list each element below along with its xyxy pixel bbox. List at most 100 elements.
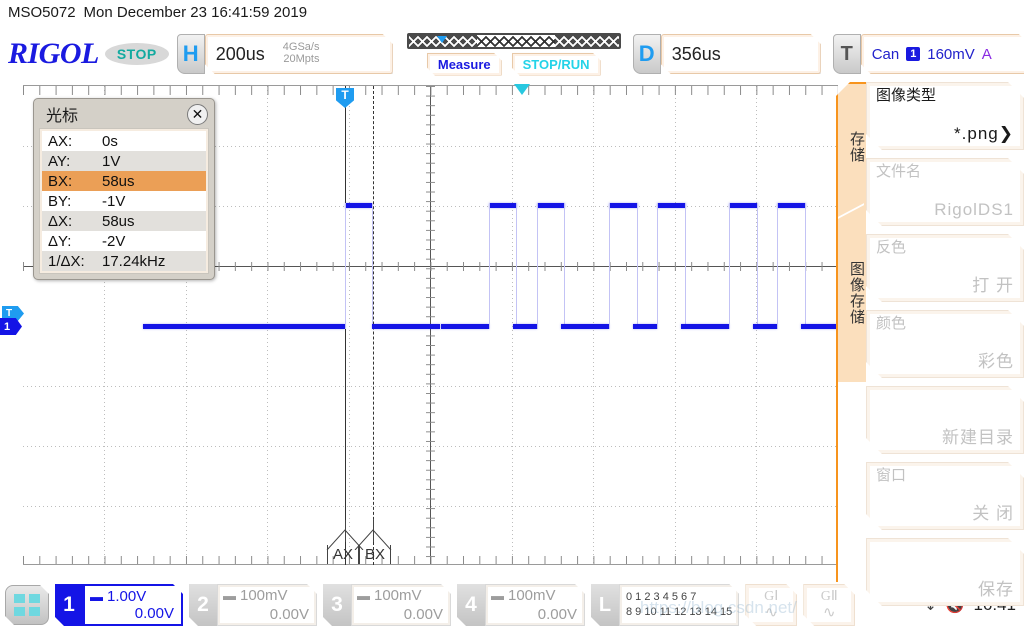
dc-coupling-icon: ▬ [90,589,103,604]
waveform-edge [345,203,346,329]
grid-bottom-border [23,564,838,565]
logic-analyzer-button[interactable]: L 0 1 2 3 4 5 6 7 8 9 10 11 12 13 14 15 [591,584,739,626]
delay-value: 356us [671,43,721,64]
logic-digits-row-2: 8 9 10 11 12 13 14 15 [626,606,733,618]
run-state-indicator[interactable]: STOP [104,43,169,65]
generator-button-2[interactable]: GⅡ ∿ [803,584,855,626]
logic-channel-letter: L [591,584,619,626]
generator-label: GⅡ [820,589,838,604]
menu-item-label: 颜色 [876,315,907,332]
channel-scale: 1.00V [107,588,147,605]
cursor-row-ay[interactable]: AY: 1V [42,151,206,171]
channel-number: 4 [457,584,485,626]
trigger-field[interactable]: Can 1 160mV A [861,34,1024,74]
grid-cell-icon [14,607,25,616]
cursor-row-bx[interactable]: BX: 58us [42,171,206,191]
menu-item-invert[interactable]: 反色 打 开 [866,234,1024,302]
dc-coupling-icon: ▬ [223,588,236,603]
trigger-summary: Can 1 160mV A [872,46,992,63]
trigger-type: Can [871,45,900,63]
channel-button-4[interactable]: 4 ▬ 100mV 0.00V [457,584,585,626]
delay-knob-icon[interactable]: D [632,34,661,74]
rigol-logo: RIGOL [8,37,99,70]
generator-button-1[interactable]: GⅠ ∿ [745,584,797,626]
channel-values: ▬ 100mV 0.00V [485,584,585,626]
dc-coupling-icon: ▬ [357,588,370,603]
cursor-ax-label[interactable]: AX [327,545,360,564]
system-datetime: Mon December 23 16:41:59 2019 [83,3,308,21]
delay-position-marker[interactable] [514,84,530,96]
channel-button-2[interactable]: 2 ▬ 100mV 0.00V [189,584,317,626]
gridline-v [349,86,350,565]
chevron-right-icon[interactable]: ❯ [999,124,1014,143]
cursor-row-by[interactable]: BY: -1V [42,191,206,211]
channel-number: 3 [323,584,351,626]
channel-offset: 0.00V [537,606,577,623]
menu-item-filename[interactable]: 文件名 RigolDS1 [866,158,1024,226]
cursor-row-value: 58us [102,212,135,230]
sidebar-tab-storage[interactable]: 存储 [838,116,865,178]
cursor-row-value: 58us [102,172,135,190]
delay-field[interactable]: 356us [661,34,821,74]
stop-run-button[interactable]: STOP/RUN [512,53,601,76]
channel-button-1[interactable]: 1 ▬ 1.00V 0.00V [55,584,183,626]
channel-button-3[interactable]: 3 ▬ 100mV 0.00V [323,584,451,626]
waveform-low [513,324,537,329]
menu-item-color[interactable]: 颜色 彩色 [866,310,1024,378]
menu-item-save[interactable]: 保存 [866,538,1024,606]
channel-number: 1 [55,584,83,626]
horizontal-knob-icon[interactable]: H [176,34,205,74]
waveform-low [753,324,777,329]
grid-cell-icon [29,594,40,603]
menu-item-value: 打 开 [972,276,1014,295]
cursor-measurement-dialog[interactable]: 光标 ✕ AX: 0s AY: 1V BX: 58us BY: -1V ΔX: … [33,98,215,280]
waveform-edge [537,203,538,329]
generator-label: GⅠ [764,589,779,604]
menu-item-value: 彩色 [978,352,1014,371]
waveform-low [801,324,838,329]
cursor-row-invdx[interactable]: 1/ΔX: 17.24kHz [42,251,206,271]
channel-offset: 0.00V [403,606,443,623]
close-icon[interactable]: ✕ [187,103,208,125]
menu-item-window[interactable]: 窗口 关 闭 [866,462,1024,530]
waveform-low [372,324,440,329]
memory-depth-bar[interactable] [406,32,621,49]
memory-navigation-group[interactable]: Measure STOP/RUN [406,32,621,76]
channel-offset: 0.00V [134,605,174,622]
waveform-edge [729,203,730,329]
menu-item-value: 关 闭 [972,504,1014,523]
horizontal-timebase-group[interactable]: H 200us 4GSa/s 20Mpts [176,34,393,74]
menu-item-image-type[interactable]: 图像类型 *.png❯ [866,82,1024,150]
cursor-row-key: AX: [48,132,73,150]
waveform-high [657,203,686,208]
delay-group[interactable]: D 356us [632,34,821,74]
cursor-bx-label[interactable]: BX [359,545,392,564]
waveform-edge [637,203,638,329]
memory-position-pointer[interactable] [436,35,447,43]
waveform-edge [657,203,658,329]
waveform-high [345,203,372,208]
menu-item-new-folder[interactable]: 新建目录 [866,386,1024,454]
right-sidebar[interactable]: 存储 图像存储 图像类型 *.png❯ 文件名 RigolDS1 反色 打 开 … [836,82,1024,580]
timebase-field[interactable]: 200us 4GSa/s 20Mpts [205,34,393,74]
waveform-low [441,324,489,329]
channel-scale-row: ▬ 100mV [491,587,577,604]
waveform-edge [685,203,686,329]
cursor-row-ax[interactable]: AX: 0s [42,131,206,151]
trigger-group[interactable]: T Can 1 160mV A [832,34,1024,74]
channel-scale: 100mV [240,587,288,604]
channel1-ground-marker[interactable]: 1 [0,318,22,335]
cursor-row-key: BY: [48,192,72,210]
cursor-row-dx[interactable]: ΔX: 58us [42,211,206,231]
cursor-row-key: ΔX: [48,212,73,230]
memory-depth: 20Mpts [283,53,320,65]
channel-scale: 100mV [508,587,556,604]
measure-button[interactable]: Measure [427,53,502,76]
grid-layout-button[interactable] [5,585,49,625]
waveform-edge [564,203,565,329]
sidebar-tab-image-storage[interactable]: 图像存储 [838,232,865,354]
channel-values: ▬ 100mV 0.00V [217,584,317,626]
sine-wave-icon: ∿ [822,604,836,621]
cursor-row-dy[interactable]: ΔY: -2V [42,231,206,251]
trigger-knob-icon[interactable]: T [832,34,861,74]
